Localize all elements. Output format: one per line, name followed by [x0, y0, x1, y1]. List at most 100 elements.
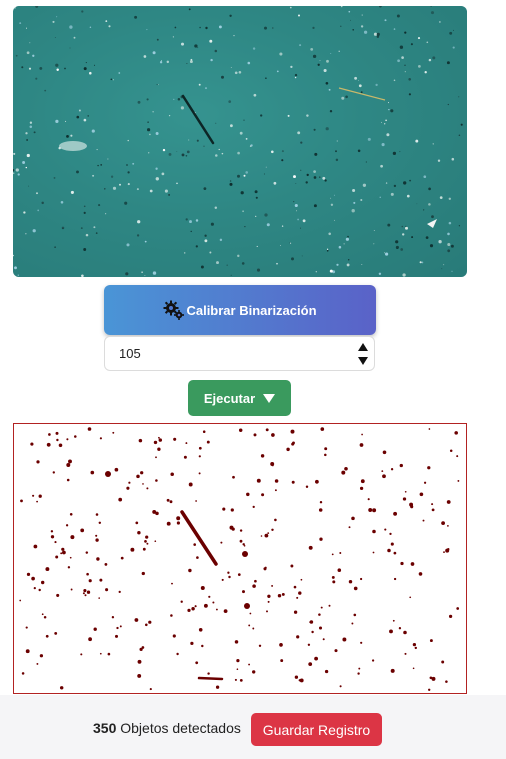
- detected-object: [141, 571, 145, 576]
- debris-particle: [255, 196, 258, 199]
- debris-particle: [448, 221, 452, 225]
- detected-object: [409, 502, 414, 507]
- detected-object: [320, 606, 323, 609]
- debris-particle: [205, 87, 207, 90]
- debris-particle: [156, 84, 158, 86]
- detected-object: [155, 479, 158, 482]
- decrement-arrow-icon[interactable]: [356, 354, 370, 368]
- detected-object: [46, 442, 51, 447]
- debris-particle: [180, 42, 185, 46]
- debris-particle: [312, 26, 315, 30]
- debris-particle: [458, 134, 461, 136]
- debris-particle: [55, 119, 59, 124]
- detected-object: [158, 436, 160, 439]
- detected-object: [145, 623, 148, 627]
- detected-object: [296, 596, 299, 599]
- debris-particle: [124, 201, 128, 205]
- debris-particle: [313, 204, 317, 208]
- debris-particle: [83, 67, 87, 71]
- detected-object: [324, 453, 327, 457]
- debris-particle: [78, 109, 81, 112]
- debris-particle: [17, 173, 20, 176]
- debris-particle: [218, 148, 220, 151]
- debris-particle: [243, 119, 245, 121]
- debris-particle: [54, 36, 56, 38]
- detected-object: [351, 516, 355, 521]
- debris-particle: [439, 21, 441, 23]
- detected-object: [193, 543, 196, 546]
- debris-particle: [438, 240, 442, 244]
- detected-object: [271, 433, 275, 437]
- debris-particle: [326, 250, 329, 252]
- water-photo: [13, 6, 467, 277]
- detected-object: [319, 537, 323, 541]
- debris-particle: [280, 244, 281, 246]
- debris-particle: [297, 131, 301, 135]
- save-record-button[interactable]: Guardar Registro: [251, 713, 382, 746]
- calibrate-binarization-button[interactable]: Calibrar Binarización: [104, 285, 376, 335]
- detected-object: [166, 498, 170, 502]
- debris-particle: [421, 261, 424, 264]
- detected-object: [120, 556, 124, 560]
- debris-particle: [346, 263, 350, 267]
- debris-particle: [324, 179, 327, 182]
- detected-object: [454, 431, 458, 435]
- debris-particle: [363, 30, 368, 34]
- detected-object: [390, 468, 394, 471]
- debris-particle: [233, 35, 235, 37]
- execute-button[interactable]: Ejecutar: [188, 380, 291, 416]
- detected-object: [137, 673, 142, 678]
- debris-particle: [110, 175, 114, 178]
- detected-object: [55, 555, 59, 559]
- threshold-stepper[interactable]: [104, 336, 375, 371]
- detected-object: [95, 513, 99, 516]
- debris-particle: [450, 244, 454, 248]
- detected-object: [446, 500, 451, 504]
- debris-particle: [270, 150, 274, 154]
- debris-particle: [266, 223, 270, 227]
- calibrate-label: Calibrar Binarización: [186, 302, 317, 318]
- detected-object: [158, 438, 163, 442]
- debris-particle: [166, 60, 170, 64]
- debris-particle: [105, 213, 107, 215]
- detected-object: [198, 472, 201, 475]
- debris-particle: [215, 122, 217, 124]
- detected-object: [305, 485, 309, 488]
- debris-particle: [245, 138, 248, 140]
- debris-particle: [255, 215, 257, 218]
- debris-particle: [119, 183, 121, 186]
- detected-object: [230, 508, 234, 512]
- detected-object: [242, 551, 248, 557]
- source-image: [13, 6, 467, 277]
- debris-particle: [265, 77, 267, 80]
- detected-object: [187, 608, 191, 613]
- debris-particle: [399, 151, 401, 153]
- detected-object: [258, 644, 262, 647]
- binarized-output: [13, 423, 467, 694]
- debris-particle: [190, 230, 192, 233]
- debris-particle: [335, 158, 339, 162]
- debris-particle: [306, 114, 309, 117]
- debris-particle: [132, 162, 135, 165]
- debris-particle: [238, 70, 242, 74]
- detected-object: [98, 521, 102, 525]
- debris-particle: [32, 229, 36, 233]
- debris-particle: [406, 194, 410, 198]
- debris-particle: [56, 16, 58, 18]
- debris-particle: [81, 10, 84, 13]
- detected-object: [414, 646, 418, 650]
- debris-particle: [428, 187, 431, 191]
- threshold-input[interactable]: [105, 337, 345, 370]
- debris-particle: [83, 248, 87, 251]
- detected-object: [180, 600, 183, 603]
- detected-object: [412, 642, 417, 647]
- increment-arrow-icon[interactable]: [356, 340, 370, 354]
- debris-particle: [159, 61, 163, 64]
- detected-object: [148, 620, 152, 624]
- debris-particle: [393, 28, 396, 30]
- debris-particle: [264, 26, 267, 30]
- debris-particle: [22, 161, 26, 164]
- debris-particle: [291, 257, 294, 261]
- debris-particle: [399, 45, 404, 49]
- debris-particle: [168, 193, 171, 196]
